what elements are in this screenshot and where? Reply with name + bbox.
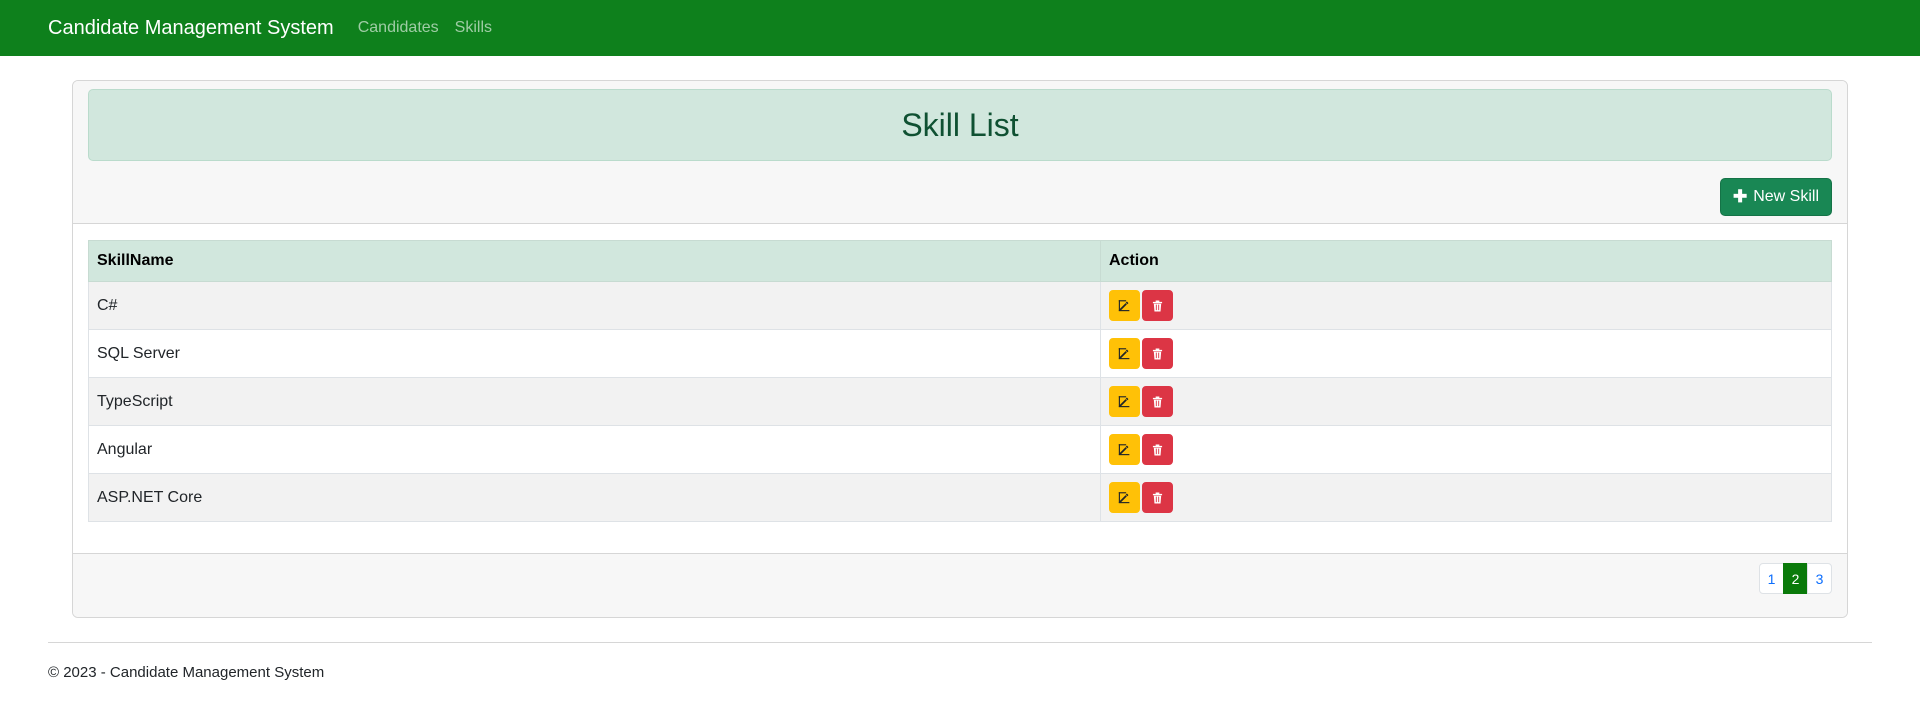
skill-name-cell: C# (88, 281, 1101, 330)
delete-button[interactable] (1142, 482, 1173, 514)
trash-icon (1152, 492, 1163, 504)
card-header: Skill List ✚ New Skill (73, 81, 1847, 224)
table-row: SQL Server (88, 329, 1832, 378)
action-cell (1100, 329, 1832, 378)
new-skill-button[interactable]: ✚ New Skill (1719, 178, 1832, 216)
page-link-1[interactable]: 1 (1759, 563, 1784, 594)
header-action: Action (1100, 240, 1832, 282)
edit-icon (1118, 443, 1131, 456)
action-cell (1100, 281, 1832, 330)
edit-button[interactable] (1109, 481, 1140, 513)
skill-list-card: Skill List ✚ New Skill SkillName Action … (72, 80, 1848, 618)
delete-button[interactable] (1142, 434, 1173, 466)
header-skillname: SkillName (88, 240, 1101, 282)
delete-button[interactable] (1142, 338, 1173, 370)
footer-text: © 2023 - Candidate Management System (48, 664, 325, 681)
table-header-row: SkillName Action (88, 240, 1832, 282)
skills-table: SkillName Action C# SQL Server TypeScript A… (88, 240, 1832, 522)
delete-button[interactable] (1142, 386, 1173, 418)
table-row: TypeScript (88, 377, 1832, 426)
edit-icon (1118, 347, 1131, 360)
plus-icon: ✚ (1732, 187, 1748, 206)
action-cell (1100, 377, 1832, 426)
skill-name-cell: Angular (88, 425, 1101, 474)
trash-icon (1152, 396, 1163, 408)
edit-button[interactable] (1109, 337, 1140, 369)
trash-icon (1152, 348, 1163, 360)
new-skill-label: New Skill (1753, 188, 1819, 205)
footer-divider (48, 642, 1872, 643)
brand[interactable]: Candidate Management System (48, 17, 334, 40)
card-body: SkillName Action C# SQL Server TypeScript A… (73, 224, 1847, 538)
table-row: Angular (88, 425, 1832, 474)
nav-link-skills[interactable]: Skills (455, 19, 492, 37)
trash-icon (1152, 300, 1163, 312)
skill-name-cell: ASP.NET Core (88, 473, 1101, 522)
pagination: 123 (1759, 563, 1832, 594)
page-link-3[interactable]: 3 (1807, 563, 1832, 594)
edit-button[interactable] (1109, 433, 1140, 465)
edit-icon (1118, 395, 1131, 408)
action-cell (1100, 425, 1832, 474)
edit-button[interactable] (1109, 385, 1140, 417)
skill-name-cell: SQL Server (88, 329, 1101, 378)
page-title: Skill List (901, 106, 1019, 143)
table-row: ASP.NET Core (88, 473, 1832, 522)
title-banner: Skill List (88, 89, 1832, 161)
edit-icon (1118, 491, 1131, 504)
nav-link-candidates[interactable]: Candidates (358, 19, 439, 37)
action-cell (1100, 473, 1832, 522)
navbar: Candidate Management System Candidates S… (0, 0, 1920, 56)
edit-button[interactable] (1109, 289, 1140, 321)
skill-name-cell: TypeScript (88, 377, 1101, 426)
table-row: C# (88, 281, 1832, 330)
page-link-2[interactable]: 2 (1783, 563, 1808, 594)
card-footer: 123 (73, 553, 1847, 617)
delete-button[interactable] (1142, 290, 1173, 322)
edit-icon (1118, 299, 1131, 312)
trash-icon (1152, 444, 1163, 456)
